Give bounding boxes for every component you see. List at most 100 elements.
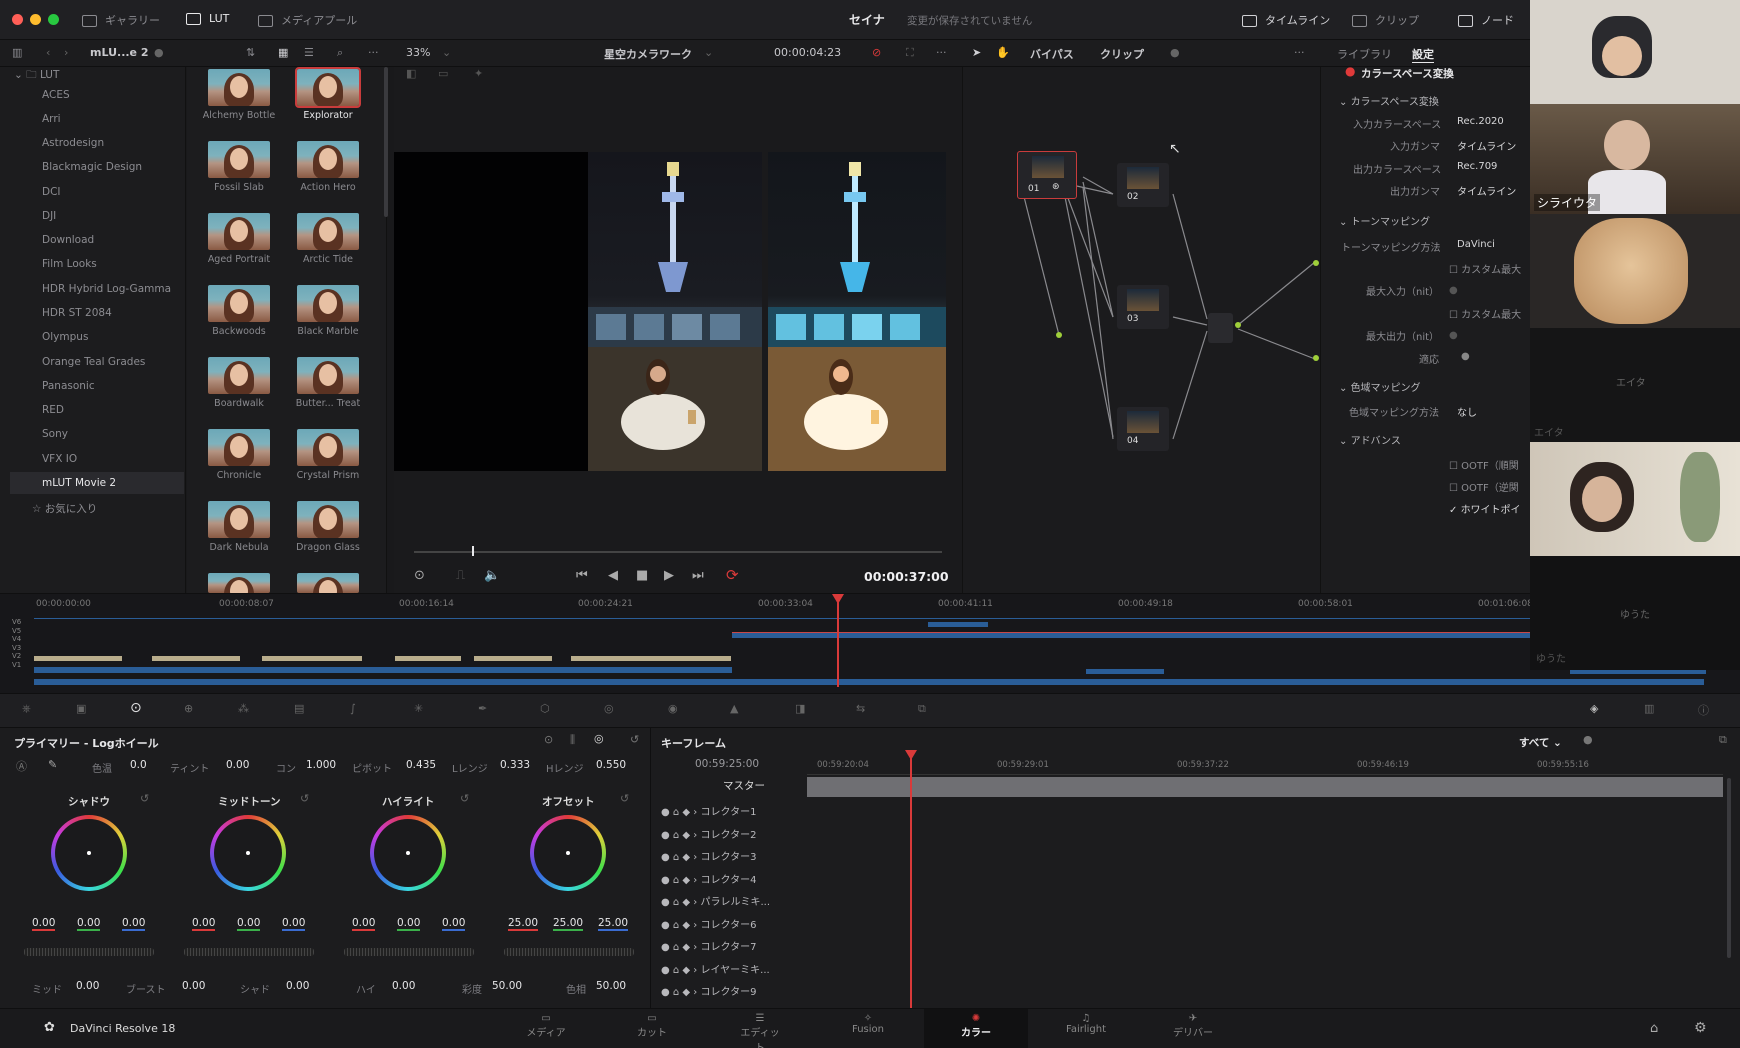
custom-max-out-checkbox[interactable]: ☐ カスタム最大 bbox=[1449, 306, 1521, 321]
timeline-clip[interactable] bbox=[474, 656, 552, 661]
corrector-row[interactable]: ● ⌂ ◆ › レイヤーミキ... bbox=[661, 960, 801, 983]
clips-toggle[interactable]: クリップ bbox=[1352, 12, 1419, 28]
wheel-master-slider[interactable] bbox=[184, 948, 314, 956]
lut-folder-name[interactable]: mLU...e 2 bbox=[90, 46, 149, 59]
lut-thumbnail[interactable] bbox=[208, 357, 270, 394]
wheel-value-b[interactable]: 0.00 bbox=[122, 917, 146, 931]
gallery-tab[interactable]: ギャラリー bbox=[82, 12, 160, 28]
loop-icon[interactable]: ⟳ bbox=[726, 566, 739, 584]
lut-thumbnail[interactable] bbox=[208, 573, 270, 593]
corrector-row[interactable]: ● ⌂ ◆ › コレクター9 bbox=[661, 982, 801, 1005]
playhead-marker-icon[interactable] bbox=[832, 594, 844, 604]
output-cs-dropdown[interactable]: Rec.709 bbox=[1457, 161, 1497, 172]
saturation-value[interactable]: 50.00 bbox=[492, 980, 522, 992]
media-pool-tab[interactable]: メディアプール bbox=[258, 12, 357, 28]
section-advanced[interactable]: ⌄ アドバンス bbox=[1339, 432, 1401, 447]
timeline-toggle[interactable]: タイムライン bbox=[1242, 12, 1330, 28]
node-menu-icon[interactable]: ··· bbox=[1294, 46, 1305, 59]
favorites-item[interactable]: ☆ お気に入り bbox=[32, 501, 97, 516]
input-gamma-dropdown[interactable]: タイムライン bbox=[1457, 138, 1516, 153]
timeline-dropdown-icon[interactable]: ⌄ bbox=[704, 46, 713, 59]
sizing-icon[interactable]: ⇆ bbox=[856, 702, 865, 715]
audio-meter-icon[interactable]: ⎍ bbox=[456, 568, 465, 583]
reverse-icon[interactable]: ◀ bbox=[608, 568, 618, 583]
lut-folder[interactable]: DCI bbox=[42, 186, 61, 198]
sidebar-toggle-icon[interactable]: ▥ bbox=[12, 46, 22, 59]
hand-tool-icon[interactable]: ✋ bbox=[996, 46, 1010, 59]
hdr-wheels-icon[interactable]: ⊕ bbox=[184, 702, 193, 715]
shadow-wheel[interactable] bbox=[51, 815, 127, 891]
corrector-row[interactable]: ● ⌂ ◆ › コレクター3 bbox=[661, 847, 801, 870]
wheel-value-b[interactable]: 0.00 bbox=[282, 917, 306, 931]
gamut-method-dropdown[interactable]: なし bbox=[1457, 404, 1477, 419]
timeline-clip[interactable] bbox=[34, 679, 1704, 685]
participant-tile-empty[interactable]: エイタ エイタ bbox=[1530, 328, 1740, 442]
color-boost-value[interactable]: 0.00 bbox=[182, 980, 205, 992]
lut-thumbnail[interactable] bbox=[297, 501, 359, 538]
jump-end-icon[interactable]: ⏭ bbox=[692, 568, 704, 583]
list-view-icon[interactable]: ☰ bbox=[304, 46, 314, 59]
qualifier-icon[interactable]: ✒ bbox=[478, 702, 487, 715]
keyframe-options-icon[interactable]: ● bbox=[1583, 733, 1593, 746]
keyframe-toggle-icon[interactable]: ◈ bbox=[1590, 702, 1598, 715]
playback-mode-icon[interactable]: ⊙ bbox=[414, 568, 425, 583]
mixer-node[interactable] bbox=[1208, 313, 1233, 343]
max-in-slider-icon[interactable]: ● bbox=[1449, 285, 1458, 296]
wheel-value-b[interactable]: 25.00 bbox=[598, 917, 629, 931]
midtone-wheel[interactable] bbox=[210, 815, 286, 891]
contrast-value[interactable]: 1.000 bbox=[306, 759, 336, 771]
fairlight-page-tab[interactable]: ♫ Fairlight bbox=[1060, 1013, 1112, 1035]
keyframe-playhead[interactable] bbox=[910, 750, 912, 1008]
color-warper-icon[interactable]: ✳ bbox=[414, 702, 423, 715]
wheel-reset-icon[interactable]: ↺ bbox=[140, 792, 149, 805]
corrector-row[interactable]: ● ⌂ ◆ › コレクター6 bbox=[661, 915, 801, 938]
corrector-row[interactable]: ● ⌂ ◆ › コレクター2 bbox=[661, 825, 801, 848]
wheel-value-g[interactable]: 0.00 bbox=[397, 917, 421, 931]
timeline-clip[interactable] bbox=[34, 667, 732, 673]
wheel-value-r[interactable]: 0.00 bbox=[352, 917, 376, 931]
output-gamma-dropdown[interactable]: タイムライン bbox=[1457, 183, 1516, 198]
lut-folder[interactable]: Sony bbox=[42, 428, 68, 440]
timeline-name[interactable]: 星空カメラワーク bbox=[604, 46, 692, 62]
hue-value[interactable]: 50.00 bbox=[596, 980, 626, 992]
timeline-clip[interactable] bbox=[1086, 669, 1164, 674]
timeline-clip[interactable] bbox=[395, 656, 461, 661]
bypass-button[interactable]: バイパス bbox=[1030, 46, 1074, 62]
lut-folder[interactable]: Blackmagic Design bbox=[42, 161, 142, 173]
low-range-value[interactable]: 0.333 bbox=[500, 759, 530, 771]
pointer-tool-icon[interactable]: ➤ bbox=[972, 46, 981, 59]
volume-icon[interactable]: 🔈 bbox=[484, 568, 500, 583]
timeline-clip[interactable] bbox=[732, 632, 1532, 638]
section-tonemapping[interactable]: ⌄ トーンマッピング bbox=[1339, 213, 1430, 228]
tone-method-dropdown[interactable]: DaVinci bbox=[1457, 239, 1495, 250]
lut-folder[interactable]: ACES bbox=[42, 89, 70, 101]
corrector-row[interactable]: ● ⌂ ◆ › コレクター4 bbox=[661, 870, 801, 893]
white-point-checkbox[interactable]: ✓ ホワイトポイ bbox=[1449, 501, 1521, 516]
media-page-tab[interactable]: ▭ メディア bbox=[524, 1013, 568, 1039]
wheel-value-b[interactable]: 0.00 bbox=[442, 917, 466, 931]
timeline-clip[interactable] bbox=[262, 656, 362, 661]
tracker-icon[interactable]: ◎ bbox=[604, 702, 614, 715]
adaptation-slider-icon[interactable]: ● bbox=[1461, 351, 1470, 362]
fullscreen-icon[interactable]: ⛶ bbox=[906, 46, 914, 60]
offset-wheel[interactable] bbox=[530, 815, 606, 891]
lut-scrollbar[interactable] bbox=[384, 67, 388, 217]
keyframe-expand-icon[interactable]: ⧉ bbox=[1719, 733, 1727, 747]
lut-folder[interactable]: Panasonic bbox=[42, 380, 95, 392]
bypass-icon[interactable]: ⊘ bbox=[872, 46, 881, 59]
pivot-value[interactable]: 0.435 bbox=[406, 759, 436, 771]
more-options-icon[interactable]: ··· bbox=[368, 46, 379, 59]
participant-video[interactable] bbox=[1530, 214, 1740, 328]
forward-icon[interactable]: › bbox=[64, 46, 68, 59]
highlights-value[interactable]: 0.00 bbox=[392, 980, 415, 992]
participant-tile-empty[interactable]: ゆうた ゆうた bbox=[1530, 556, 1740, 670]
magic-mask-icon[interactable]: ◉ bbox=[668, 702, 678, 715]
lut-thumbnail-selected[interactable] bbox=[295, 67, 361, 108]
lut-thumbnail[interactable] bbox=[297, 573, 359, 593]
scopes-icon[interactable]: ▥ bbox=[1644, 702, 1654, 715]
master-keyframe-track[interactable] bbox=[807, 777, 1723, 797]
highlight-wheel[interactable] bbox=[370, 815, 446, 891]
home-icon[interactable]: ⌂ bbox=[1650, 1021, 1658, 1036]
gear-icon[interactable]: ⚙ bbox=[1694, 1020, 1707, 1036]
lut-folder[interactable]: VFX IO bbox=[42, 453, 77, 465]
